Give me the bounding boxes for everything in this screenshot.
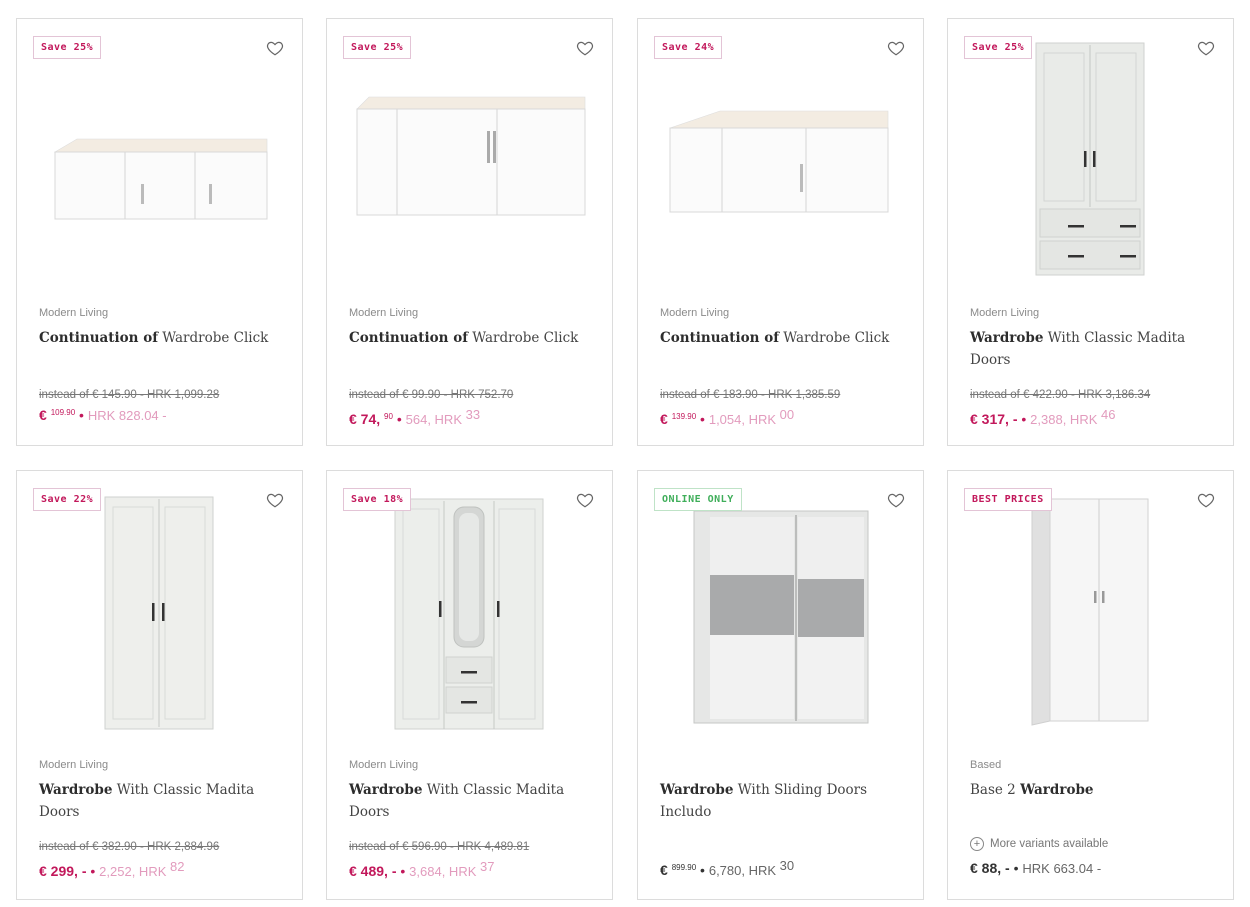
product-card[interactable]: Save 18% Modern Living Wardrobe With Cla… [326,470,613,900]
heart-icon[interactable] [266,491,284,509]
old-price: instead of € 382.90 - HRK 2,884.96 [39,841,220,853]
discount-badge: Save 22% [33,488,102,511]
old-price: instead of € 145.90 - HRK 1,099.28 [39,389,220,401]
product-card[interactable]: BEST PRICES Based Base 2 Wardrobe + More… [947,470,1234,900]
discount-badge: Save 24% [654,36,723,59]
discount-badge: Save 25% [33,36,102,59]
product-image[interactable] [638,39,925,309]
current-price: € 489, - • 3,684, HRK 37 [349,859,495,879]
discount-badge: Save 25% [964,36,1033,59]
heart-icon[interactable] [576,39,594,57]
old-price: instead of € 422.90 - HRK 3,186.34 [970,389,1151,401]
current-price: € 74, 90 • 564, HRK 33 [349,407,481,427]
heart-icon[interactable] [887,491,905,509]
product-grid: Save 25% Modern Living Continuation of W… [0,0,1250,907]
product-brand: Modern Living [349,307,419,319]
more-variants-link[interactable]: + More variants available [970,837,1108,851]
current-price: € 109.90 • HRK 828.04 - [39,407,167,423]
product-card[interactable]: Save 24% Modern Living Continuation of W… [637,18,924,446]
product-title[interactable]: Wardrobe With Classic Madita Doors [349,779,599,823]
discount-badge: Save 25% [343,36,412,59]
product-card[interactable]: Save 25% Modern Living Continuation of W… [16,18,303,446]
product-image[interactable] [948,491,1235,761]
current-price: € 88, - • HRK 663.04 - [970,860,1102,876]
heart-icon[interactable] [887,39,905,57]
product-card[interactable]: Save 22% Modern Living Wardrobe With Cla… [16,470,303,900]
product-title[interactable]: Wardrobe With Classic Madita Doors [970,327,1220,371]
product-image[interactable] [948,39,1235,309]
heart-icon[interactable] [576,491,594,509]
old-price: instead of € 596.90 - HRK 4,489.81 [349,841,530,853]
product-image[interactable] [638,491,925,761]
product-title[interactable]: Continuation of Wardrobe Click [660,327,910,349]
discount-badge: Save 18% [343,488,412,511]
product-title[interactable]: Wardrobe With Sliding Doors Includo [660,779,910,823]
product-card[interactable]: Save 25% Modern Living Wardrobe With Cla… [947,18,1234,446]
heart-icon[interactable] [1197,39,1215,57]
current-price: € 299, - • 2,252, HRK 82 [39,859,185,879]
best-prices-badge: BEST PRICES [964,488,1052,511]
product-image[interactable] [17,39,304,309]
product-image[interactable] [17,491,304,761]
product-brand: Based [970,759,1002,771]
plus-circle-icon: + [970,837,984,851]
product-image[interactable] [327,39,614,309]
product-title[interactable]: Continuation of Wardrobe Click [39,327,289,349]
old-price: instead of € 183.90 - HRK 1,385.59 [660,389,841,401]
product-card[interactable]: ONLINE ONLY Wardrobe With Sliding Doors … [637,470,924,900]
product-title[interactable]: Continuation of Wardrobe Click [349,327,599,349]
product-brand: Modern Living [660,307,730,319]
product-title[interactable]: Wardrobe With Classic Madita Doors [39,779,289,823]
old-price: instead of € 99.90 - HRK 752.70 [349,389,514,401]
product-title[interactable]: Base 2 Wardrobe [970,779,1220,801]
heart-icon[interactable] [1197,491,1215,509]
current-price: € 899.90 • 6,780, HRK 30 [660,858,795,878]
heart-icon[interactable] [266,39,284,57]
product-brand: Modern Living [349,759,419,771]
product-brand: Modern Living [39,759,109,771]
online-only-badge: ONLINE ONLY [654,488,742,511]
current-price: € 317, - • 2,388, HRK 46 [970,407,1116,427]
product-brand: Modern Living [39,307,109,319]
current-price: € 139.90 • 1,054, HRK 00 [660,407,795,427]
product-brand: Modern Living [970,307,1040,319]
product-card[interactable]: Save 25% Modern Living Continuation of W… [326,18,613,446]
product-image[interactable] [327,491,614,761]
